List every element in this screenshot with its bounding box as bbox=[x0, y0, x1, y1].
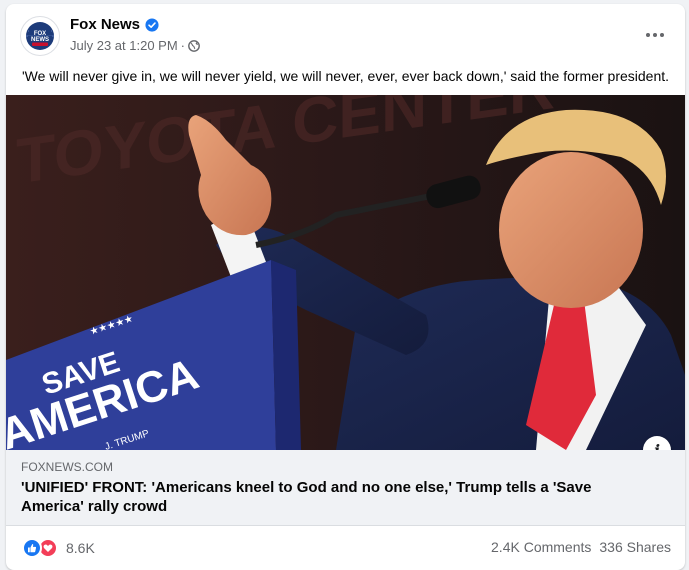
reaction-count[interactable]: 8.6K bbox=[66, 540, 95, 556]
page-name[interactable]: Fox News bbox=[70, 16, 159, 33]
post-stats: 2.4K Comments 336 Shares bbox=[491, 539, 671, 555]
fox-news-logo-icon: FOX NEWS bbox=[23, 19, 57, 53]
link-preview[interactable]: FOXNEWS.COM 'UNIFIED' FRONT: 'Americans … bbox=[6, 450, 685, 526]
page-avatar[interactable]: FOX NEWS bbox=[20, 16, 60, 56]
post-image[interactable]: TOYOTA CENTER ★★★★★ SAVE AMERICA J. TRUM… bbox=[6, 95, 685, 450]
more-dot bbox=[660, 33, 664, 37]
reactions-summary[interactable]: 8.6K bbox=[22, 538, 95, 558]
svg-text:NEWS: NEWS bbox=[31, 37, 49, 43]
post-card: FOX NEWS Fox News July 23 at 1:20 PM · '… bbox=[6, 4, 685, 570]
more-dot bbox=[653, 33, 657, 37]
page-name-text[interactable]: Fox News bbox=[70, 16, 140, 33]
rally-photo: TOYOTA CENTER ★★★★★ SAVE AMERICA J. TRUM… bbox=[6, 95, 685, 450]
globe-icon[interactable] bbox=[188, 39, 200, 52]
like-reaction-icon bbox=[22, 538, 42, 558]
link-domain: FOXNEWS.COM bbox=[21, 460, 113, 474]
link-title[interactable]: 'UNIFIED' FRONT: 'Americans kneel to God… bbox=[21, 478, 621, 516]
more-dot bbox=[646, 33, 650, 37]
verified-badge-icon bbox=[145, 17, 159, 32]
post-timestamp[interactable]: July 23 at 1:20 PM bbox=[70, 38, 178, 53]
shares-count[interactable]: 336 Shares bbox=[599, 539, 671, 555]
more-options-icon[interactable] bbox=[639, 24, 671, 46]
meta-separator: · bbox=[180, 38, 186, 53]
post-meta: July 23 at 1:20 PM · bbox=[70, 38, 200, 53]
post-caption: 'We will never give in, we will never yi… bbox=[22, 68, 670, 84]
comments-count[interactable]: 2.4K Comments bbox=[491, 539, 591, 555]
